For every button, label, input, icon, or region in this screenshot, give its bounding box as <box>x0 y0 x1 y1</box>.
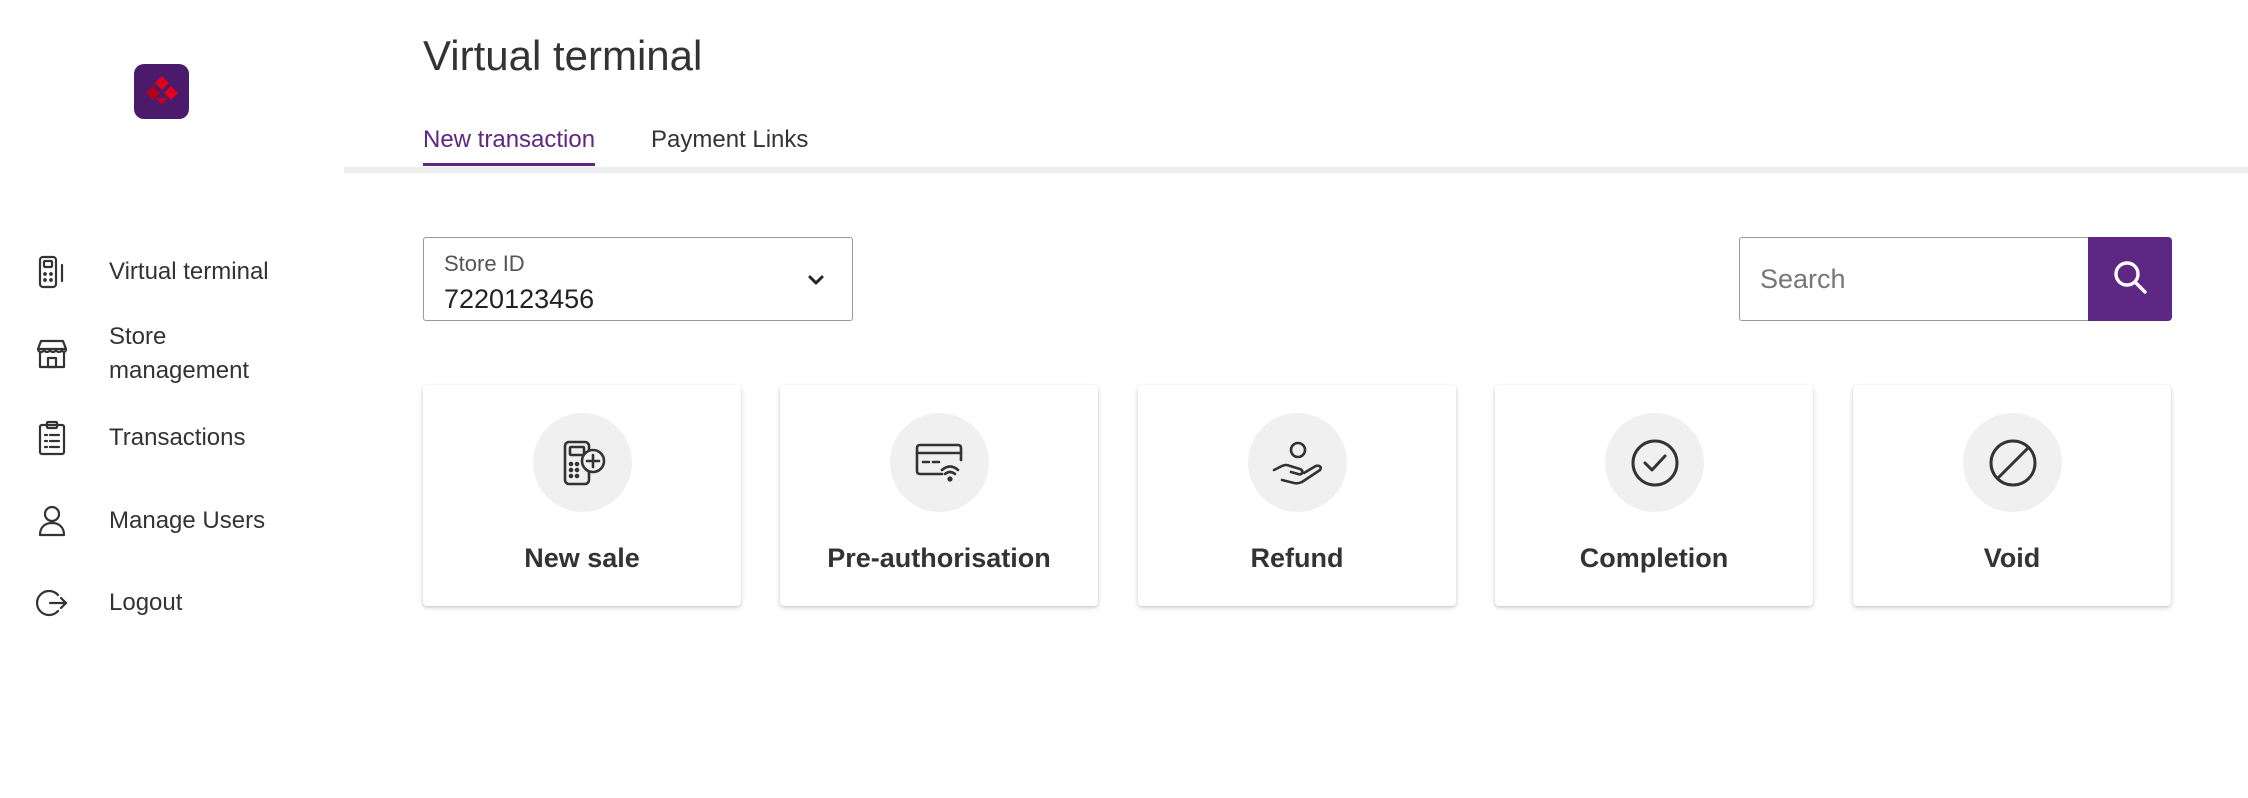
sidebar-item-label: Manage Users <box>109 507 266 534</box>
chevron-down-icon <box>802 266 830 294</box>
tab-bar: New transaction Payment Links <box>344 115 2248 173</box>
search-icon <box>2111 258 2149 301</box>
sidebar-item-logout[interactable]: Logout <box>0 585 345 621</box>
card-pre-authorisation[interactable]: Pre-authorisation <box>780 385 1098 606</box>
sidebar-item-label: Logout <box>109 589 183 616</box>
card-label: Refund <box>1250 543 1344 573</box>
card-label: New sale <box>524 543 640 573</box>
check-circle-icon <box>1605 413 1704 512</box>
refund-hand-icon <box>1248 413 1347 512</box>
new-sale-icon <box>533 413 632 512</box>
card-terminal-icon <box>34 254 70 290</box>
store-id-select[interactable]: Store ID 7220123456 <box>423 237 853 321</box>
card-label: Pre-authorisation <box>827 543 1051 573</box>
card-new-sale[interactable]: New sale <box>423 385 741 606</box>
card-refund[interactable]: Refund <box>1138 385 1456 606</box>
sidebar-item-virtual-terminal[interactable]: Virtual terminal <box>0 254 345 290</box>
tab-new-transaction[interactable]: New transaction <box>423 123 596 166</box>
card-void[interactable]: Void <box>1853 385 2171 606</box>
search-button[interactable] <box>2088 237 2172 321</box>
sidebar-item-manage-users[interactable]: Manage Users <box>0 503 345 539</box>
card-completion[interactable]: Completion <box>1495 385 1813 606</box>
page-title: Virtual terminal <box>423 32 703 79</box>
store-id-label: Store ID <box>444 251 525 276</box>
store-id-value: 7220123456 <box>444 284 595 314</box>
sidebar-item-label: Virtual terminal <box>109 258 269 285</box>
card-label: Void <box>1983 543 2041 573</box>
contactless-card-icon <box>890 413 989 512</box>
void-icon <box>1963 413 2062 512</box>
sidebar-item-label: Store management <box>109 323 250 384</box>
sidebar-item-label: Transactions <box>109 424 246 451</box>
search-input[interactable] <box>1739 237 2089 321</box>
logout-icon <box>34 585 70 621</box>
clipboard-icon <box>34 420 70 456</box>
brand-logo-icon[interactable] <box>134 64 189 119</box>
tab-payment-links[interactable]: Payment Links <box>651 123 808 163</box>
sidebar: Virtual terminal Store management Transa… <box>0 0 345 798</box>
sidebar-item-store-management[interactable]: Store management <box>0 320 345 388</box>
store-icon <box>34 336 70 372</box>
user-icon <box>34 503 70 539</box>
sidebar-item-transactions[interactable]: Transactions <box>0 420 345 456</box>
card-label: Completion <box>1579 543 1729 573</box>
